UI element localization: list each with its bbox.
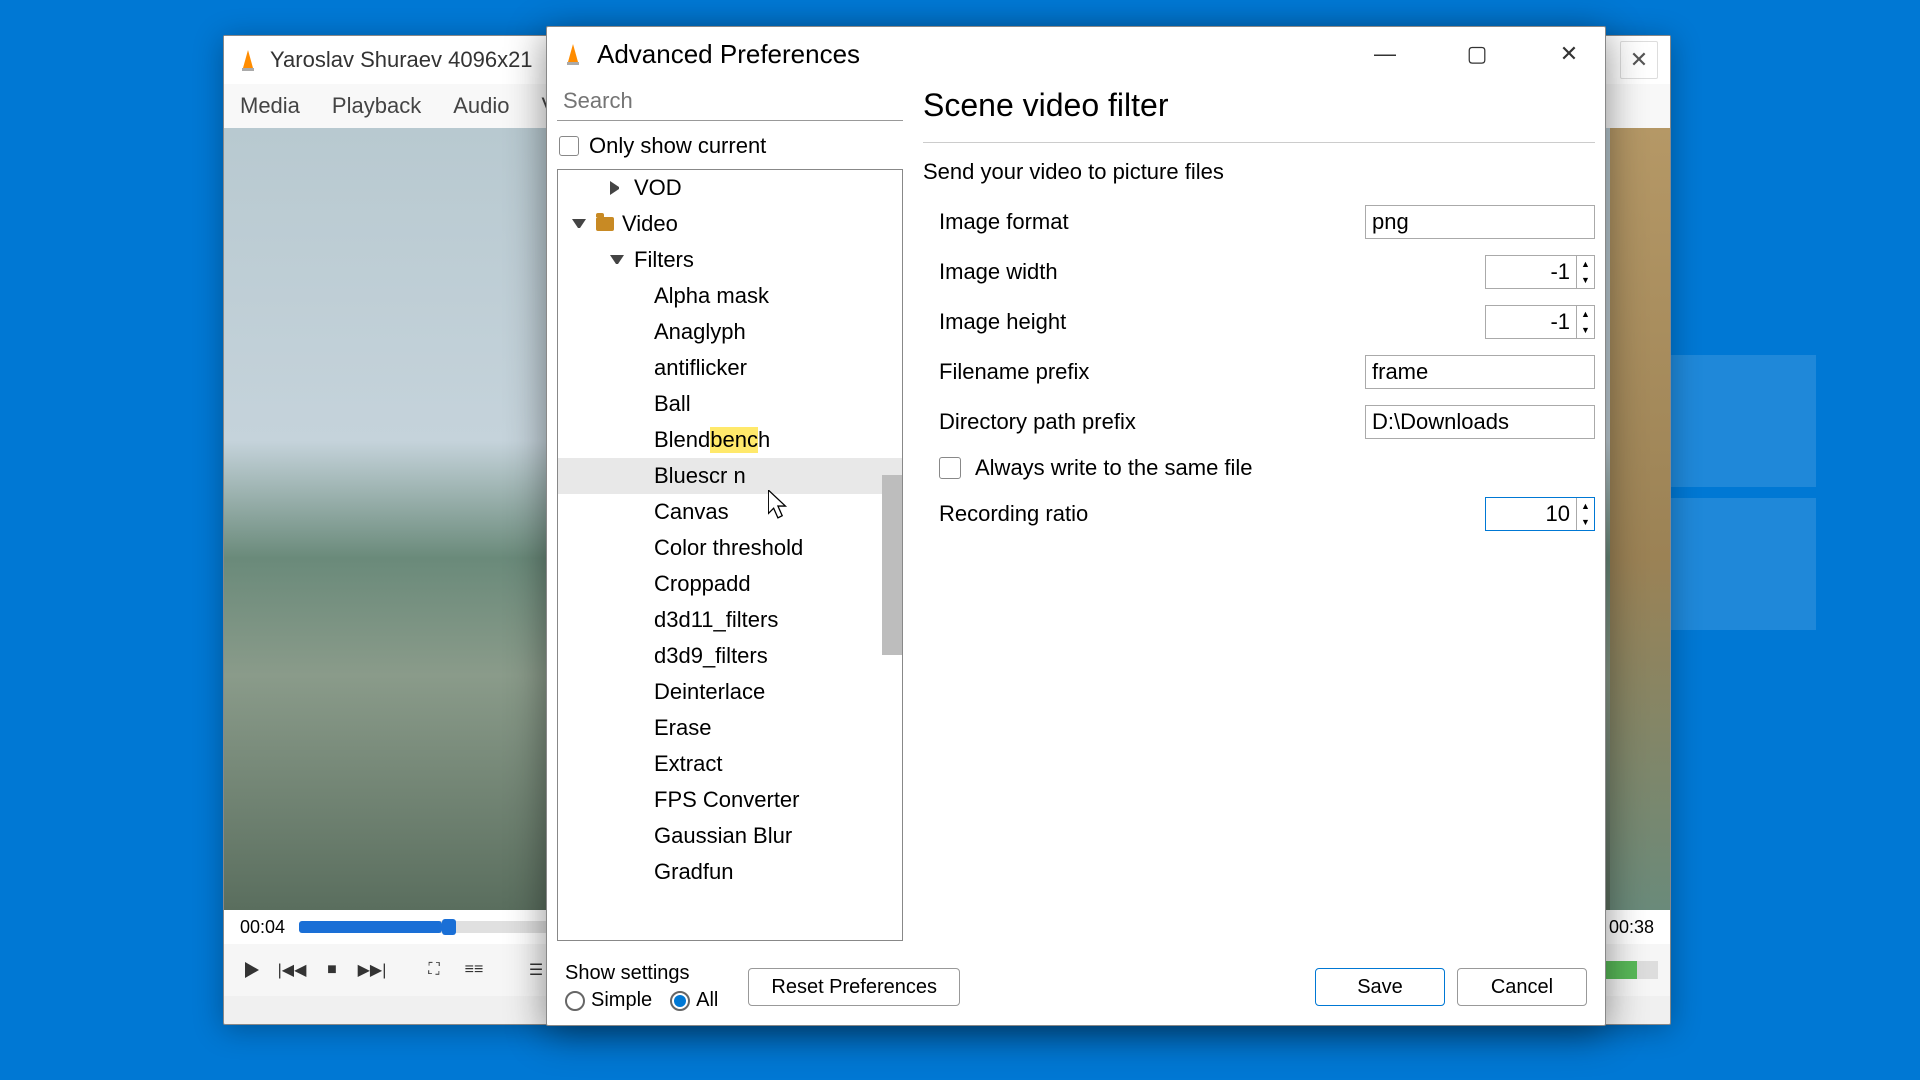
- recording-ratio-label: Recording ratio: [939, 501, 1485, 527]
- image-height-label: Image height: [939, 309, 1485, 335]
- section-heading: Scene video filter: [923, 87, 1595, 143]
- folder-icon: [596, 217, 614, 231]
- prefs-left-pane: Only show current VOD Video Filters Alph…: [557, 81, 903, 941]
- tree-item[interactable]: d3d9_filters: [558, 638, 902, 674]
- vlc-close-icon[interactable]: ✕: [1620, 41, 1658, 79]
- time-current: 00:04: [240, 917, 285, 938]
- save-button[interactable]: Save: [1315, 968, 1445, 1006]
- maximize-button[interactable]: ▢: [1455, 36, 1499, 72]
- close-button[interactable]: ✕: [1547, 36, 1591, 72]
- tree-item-filters[interactable]: Filters: [558, 242, 902, 278]
- spin-down-icon[interactable]: ▼: [1577, 322, 1594, 338]
- tree-item[interactable]: d3d11_filters: [558, 602, 902, 638]
- search-input[interactable]: [557, 81, 903, 121]
- tree-item[interactable]: Anaglyph: [558, 314, 902, 350]
- tree-item[interactable]: Croppadd: [558, 566, 902, 602]
- tree-item[interactable]: FPS Converter: [558, 782, 902, 818]
- always-same-file-checkbox[interactable]: Always write to the same file: [923, 455, 1595, 481]
- radio-all[interactable]: [670, 991, 690, 1011]
- tree-item[interactable]: antiflicker: [558, 350, 902, 386]
- chevron-down-icon: [572, 219, 586, 233]
- menu-playback[interactable]: Playback: [332, 93, 421, 119]
- image-format-label: Image format: [939, 209, 1365, 235]
- vlc-cone-icon: [561, 42, 585, 66]
- show-settings-block: Show settings Simple All: [565, 962, 718, 1012]
- time-total: 00:38: [1609, 917, 1654, 938]
- tree-item[interactable]: Canvas: [558, 494, 902, 530]
- tree-item[interactable]: Erase: [558, 710, 902, 746]
- tree-scrollbar[interactable]: [882, 475, 902, 655]
- spin-up-icon[interactable]: ▲: [1577, 256, 1594, 272]
- filename-prefix-label: Filename prefix: [939, 359, 1365, 385]
- spin-up-icon[interactable]: ▲: [1577, 306, 1594, 322]
- dir-prefix-label: Directory path prefix: [939, 409, 1365, 435]
- tree-item[interactable]: Extract: [558, 746, 902, 782]
- settings-tree[interactable]: VOD Video Filters Alpha maskAnaglyphanti…: [557, 169, 903, 941]
- cancel-button[interactable]: Cancel: [1457, 968, 1587, 1006]
- prefs-right-pane: Scene video filter Send your video to pi…: [923, 81, 1595, 941]
- chevron-right-icon: [610, 181, 624, 195]
- tree-item[interactable]: Gaussian Blur: [558, 818, 902, 854]
- checkbox-icon: [939, 457, 961, 479]
- play-icon[interactable]: [236, 954, 268, 986]
- prefs-title: Advanced Preferences: [597, 39, 860, 70]
- only-show-current-checkbox[interactable]: Only show current: [559, 133, 901, 159]
- image-width-stepper[interactable]: ▲▼: [1485, 255, 1595, 289]
- reset-preferences-button[interactable]: Reset Preferences: [748, 968, 960, 1006]
- chevron-down-icon: [610, 255, 624, 269]
- tree-item[interactable]: Bluescr n: [558, 458, 902, 494]
- minimize-button[interactable]: —: [1363, 36, 1407, 72]
- image-width-label: Image width: [939, 259, 1485, 285]
- checkbox-icon: [559, 136, 579, 156]
- prefs-footer: Show settings Simple All Reset Preferenc…: [547, 949, 1605, 1025]
- advanced-preferences-dialog: Advanced Preferences — ▢ ✕ Only show cur…: [546, 26, 1606, 1026]
- radio-simple[interactable]: [565, 991, 585, 1011]
- fullscreen-icon[interactable]: ⛶: [418, 954, 450, 986]
- spin-down-icon[interactable]: ▼: [1577, 272, 1594, 288]
- dir-prefix-field[interactable]: [1365, 405, 1595, 439]
- tree-item[interactable]: Color threshold: [558, 530, 902, 566]
- prev-icon[interactable]: |◀◀: [276, 954, 308, 986]
- image-format-field[interactable]: [1365, 205, 1595, 239]
- spin-up-icon[interactable]: ▲: [1577, 498, 1594, 514]
- tree-item[interactable]: Blendbench: [558, 422, 902, 458]
- ext-settings-icon[interactable]: ≡≡: [458, 954, 490, 986]
- prefs-titlebar: Advanced Preferences — ▢ ✕: [547, 27, 1605, 81]
- tree-item[interactable]: Deinterlace: [558, 674, 902, 710]
- filename-prefix-field[interactable]: [1365, 355, 1595, 389]
- vlc-cone-icon: [236, 48, 260, 72]
- tree-item[interactable]: Alpha mask: [558, 278, 902, 314]
- menu-audio[interactable]: Audio: [453, 93, 509, 119]
- tree-item-video[interactable]: Video: [558, 206, 902, 242]
- section-subtitle: Send your video to picture files: [923, 159, 1595, 185]
- recording-ratio-stepper[interactable]: ▲▼: [1485, 497, 1595, 531]
- tree-item-vod[interactable]: VOD: [558, 170, 902, 206]
- stop-icon[interactable]: ■: [316, 954, 348, 986]
- menu-media[interactable]: Media: [240, 93, 300, 119]
- tree-item[interactable]: Ball: [558, 386, 902, 422]
- image-height-stepper[interactable]: ▲▼: [1485, 305, 1595, 339]
- tree-item[interactable]: Gradfun: [558, 854, 902, 890]
- next-icon[interactable]: ▶▶|: [356, 954, 388, 986]
- spin-down-icon[interactable]: ▼: [1577, 514, 1594, 530]
